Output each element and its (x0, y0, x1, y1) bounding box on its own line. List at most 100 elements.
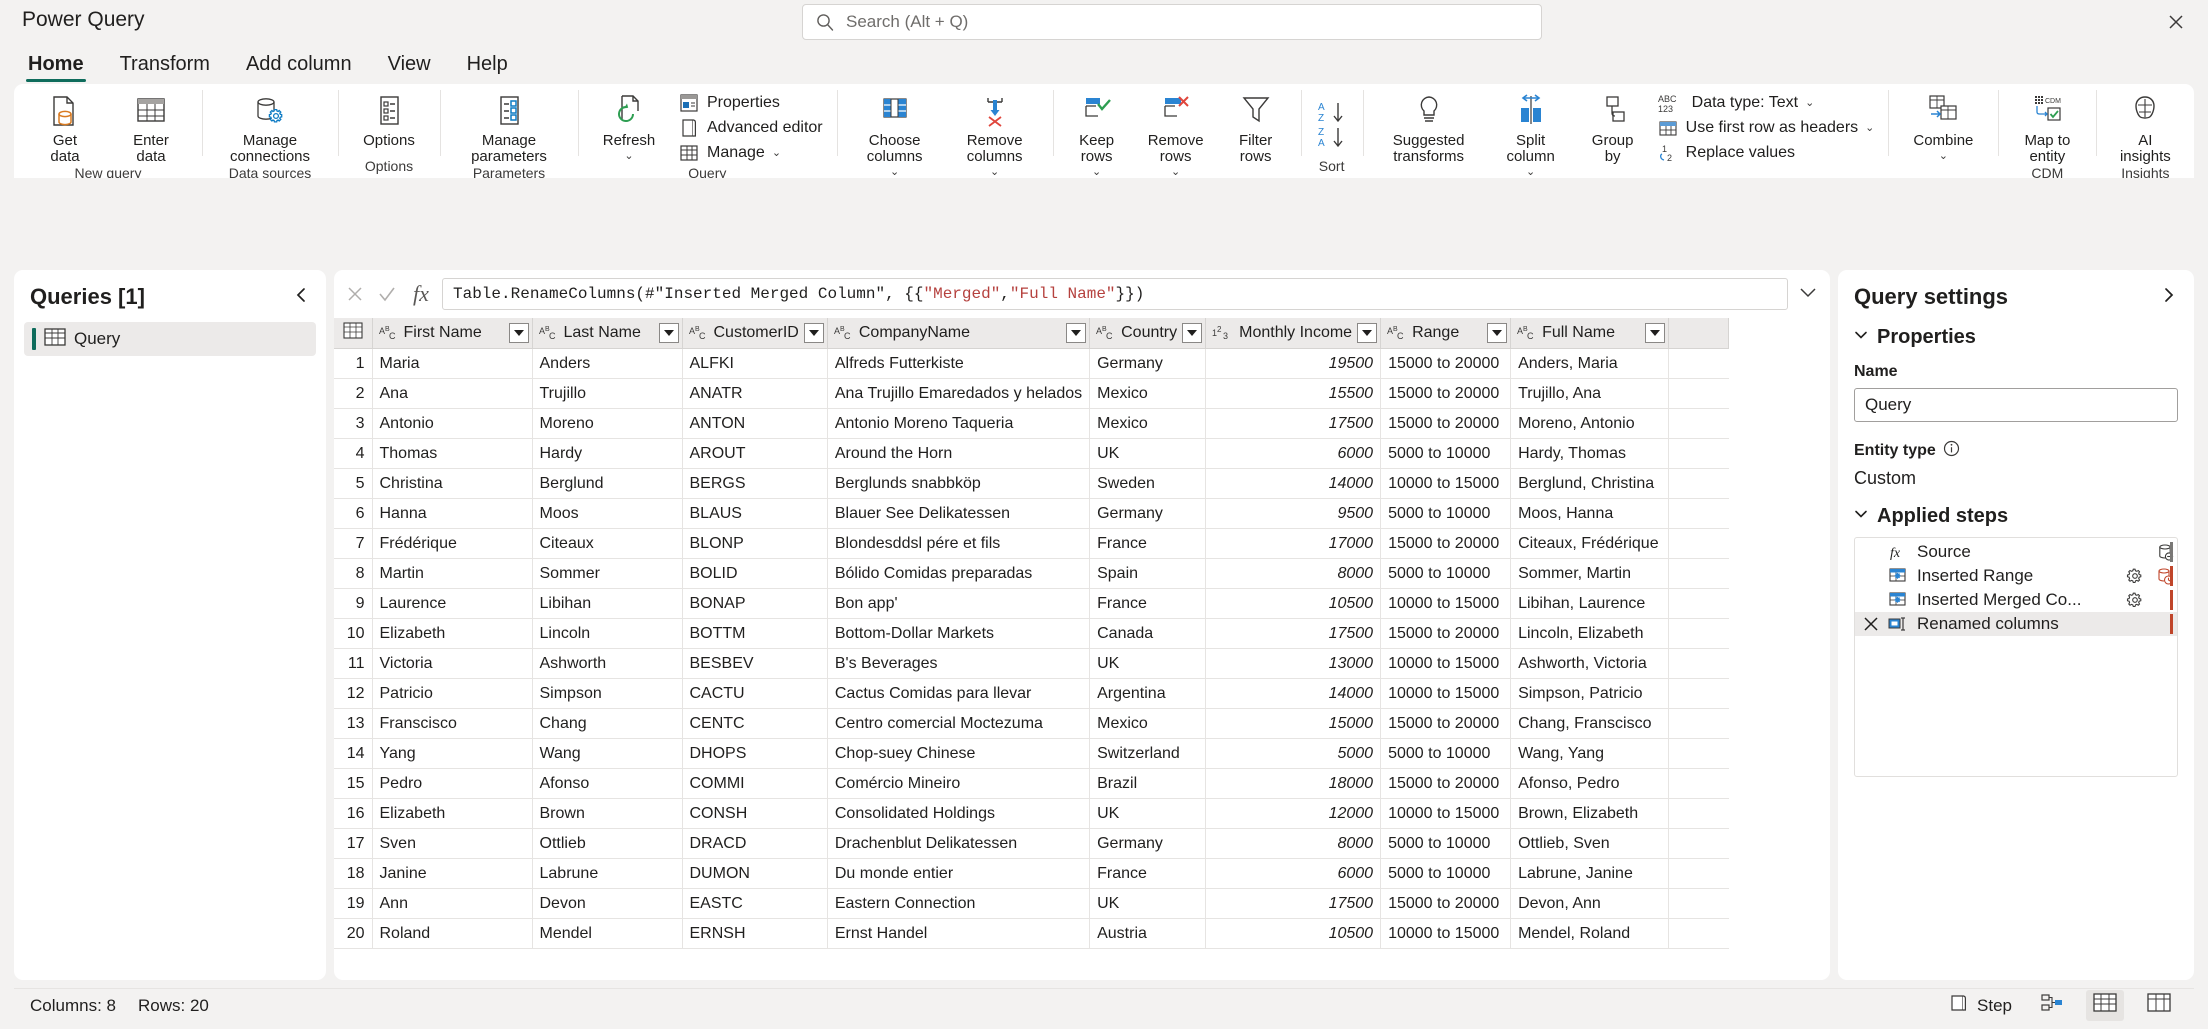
cell-customerid[interactable]: DRACD (682, 829, 827, 859)
cell-first-name[interactable]: Yang (372, 739, 532, 769)
column-filter-dropdown[interactable] (1066, 323, 1086, 343)
cell-customerid[interactable]: AROUT (682, 439, 827, 469)
chevron-down-icon[interactable]: ⌄ (1865, 121, 1874, 134)
suggested-transforms-button[interactable]: Suggested transforms (1371, 88, 1487, 165)
cell-range[interactable]: 15000 to 20000 (1381, 709, 1511, 739)
options-button[interactable]: Options (346, 88, 432, 149)
cell-companyname[interactable]: Around the Horn (827, 439, 1089, 469)
cell-customerid[interactable]: BOLID (682, 559, 827, 589)
cell-first-name[interactable]: Elizabeth (372, 799, 532, 829)
cell-companyname[interactable]: Blauer See Delikatessen (827, 499, 1089, 529)
cell-last-name[interactable]: Citeaux (532, 529, 682, 559)
cell-first-name[interactable]: Elizabeth (372, 619, 532, 649)
table-row[interactable]: 11VictoriaAshworthBESBEVB's BeveragesUK1… (334, 649, 1729, 679)
chevron-down-icon[interactable]: ⌄ (1939, 149, 1948, 162)
cell-companyname[interactable]: Alfreds Futterkiste (827, 349, 1089, 379)
table-row[interactable]: 10ElizabethLincolnBOTTMBottom-Dollar Mar… (334, 619, 1729, 649)
cell-companyname[interactable]: Cactus Comidas para llevar (827, 679, 1089, 709)
cell-monthly-income[interactable]: 5000 (1206, 739, 1381, 769)
table-row[interactable]: 14YangWangDHOPSChop-suey ChineseSwitzerl… (334, 739, 1729, 769)
cell-monthly-income[interactable]: 8000 (1206, 829, 1381, 859)
cell-first-name[interactable]: Ann (372, 889, 532, 919)
column-filter-dropdown[interactable] (1645, 323, 1665, 343)
sort-descending-button[interactable]: ZA (1309, 124, 1355, 149)
cell-range[interactable]: 15000 to 20000 (1381, 769, 1511, 799)
properties-button[interactable]: Properties (672, 90, 829, 115)
cell-full-name[interactable]: Ashworth, Victoria (1511, 649, 1669, 679)
cell-country[interactable]: Brazil (1090, 769, 1206, 799)
cell-last-name[interactable]: Brown (532, 799, 682, 829)
cell-first-name[interactable]: Martin (372, 559, 532, 589)
table-row[interactable]: 1MariaAndersALFKIAlfreds FutterkisteGerm… (334, 349, 1729, 379)
cell-country[interactable]: UK (1090, 799, 1206, 829)
cell-companyname[interactable]: Bottom-Dollar Markets (827, 619, 1089, 649)
cell-customerid[interactable]: DHOPS (682, 739, 827, 769)
cell-first-name[interactable]: Christina (372, 469, 532, 499)
cell-customerid[interactable]: BESBEV (682, 649, 827, 679)
cell-country[interactable]: Canada (1090, 619, 1206, 649)
cell-full-name[interactable]: Mendel, Roland (1511, 919, 1669, 949)
cell-monthly-income[interactable]: 15500 (1206, 379, 1381, 409)
cell-full-name[interactable]: Sommer, Martin (1511, 559, 1669, 589)
cell-full-name[interactable]: Hardy, Thomas (1511, 439, 1669, 469)
column-header-customerid[interactable]: ABC CustomerID (682, 318, 827, 349)
cell-companyname[interactable]: Blondesddsl pére et fils (827, 529, 1089, 559)
column-header-country[interactable]: ABC Country (1090, 318, 1206, 349)
cell-last-name[interactable]: Devon (532, 889, 682, 919)
cell-first-name[interactable]: Roland (372, 919, 532, 949)
data-grid-scroll[interactable]: ABC First Name ABC Last Name (334, 318, 1830, 980)
cell-full-name[interactable]: Simpson, Patricio (1511, 679, 1669, 709)
cell-companyname[interactable]: Comércio Mineiro (827, 769, 1089, 799)
cell-first-name[interactable]: Antonio (372, 409, 532, 439)
cell-last-name[interactable]: Wang (532, 739, 682, 769)
cell-companyname[interactable]: Eastern Connection (827, 889, 1089, 919)
cell-country[interactable]: France (1090, 529, 1206, 559)
cell-full-name[interactable]: Berglund, Christina (1511, 469, 1669, 499)
cell-monthly-income[interactable]: 14000 (1206, 469, 1381, 499)
cell-customerid[interactable]: BERGS (682, 469, 827, 499)
cell-monthly-income[interactable]: 10500 (1206, 919, 1381, 949)
chevron-down-icon[interactable]: ⌄ (990, 165, 999, 178)
chevron-down-icon[interactable]: ⌄ (772, 146, 781, 159)
chevron-left-icon[interactable] (292, 286, 310, 309)
cell-companyname[interactable]: Ana Trujillo Emaredados y helados (827, 379, 1089, 409)
cell-country[interactable]: Germany (1090, 349, 1206, 379)
table-row[interactable]: 9LaurenceLibihanBONAPBon app'France10500… (334, 589, 1729, 619)
cell-monthly-income[interactable]: 9500 (1206, 499, 1381, 529)
column-header-companyname[interactable]: ABC CompanyName (827, 318, 1089, 349)
cell-companyname[interactable]: Du monde entier (827, 859, 1089, 889)
cell-first-name[interactable]: Janine (372, 859, 532, 889)
cell-last-name[interactable]: Ashworth (532, 649, 682, 679)
cell-full-name[interactable]: Trujillo, Ana (1511, 379, 1669, 409)
cell-last-name[interactable]: Mendel (532, 919, 682, 949)
table-row[interactable]: 4ThomasHardyAROUTAround the HornUK600050… (334, 439, 1729, 469)
cell-monthly-income[interactable]: 14000 (1206, 679, 1381, 709)
diagram-view-button[interactable] (2034, 990, 2070, 1021)
cell-country[interactable]: France (1090, 859, 1206, 889)
cell-customerid[interactable]: BOTTM (682, 619, 827, 649)
cell-first-name[interactable]: Pedro (372, 769, 532, 799)
column-header-monthly-income[interactable]: 123 Monthly Income (1206, 318, 1381, 349)
search-input[interactable]: Search (Alt + Q) (802, 4, 1542, 40)
table-row[interactable]: 15PedroAfonsoCOMMIComércio MineiroBrazil… (334, 769, 1729, 799)
column-header-full-name[interactable]: ABC Full Name (1511, 318, 1669, 349)
cell-last-name[interactable]: Chang (532, 709, 682, 739)
cell-companyname[interactable]: Bon app' (827, 589, 1089, 619)
cell-first-name[interactable]: Hanna (372, 499, 532, 529)
cell-range[interactable]: 5000 to 10000 (1381, 559, 1511, 589)
cell-monthly-income[interactable]: 6000 (1206, 859, 1381, 889)
select-all-corner[interactable] (334, 318, 372, 349)
chevron-down-icon[interactable]: ⌄ (1092, 165, 1101, 178)
cell-range[interactable]: 15000 to 20000 (1381, 409, 1511, 439)
cell-first-name[interactable]: Ana (372, 379, 532, 409)
cell-first-name[interactable]: Sven (372, 829, 532, 859)
table-row[interactable]: 8MartinSommerBOLIDBólido Comidas prepara… (334, 559, 1729, 589)
cell-first-name[interactable]: Laurence (372, 589, 532, 619)
remove-columns-button[interactable]: Remove columns ⌄ (945, 88, 1045, 178)
cell-full-name[interactable]: Labrune, Janine (1511, 859, 1669, 889)
chevron-down-icon[interactable]: ⌄ (1526, 165, 1535, 178)
delete-step-icon[interactable] (1861, 615, 1881, 633)
cell-companyname[interactable]: Chop-suey Chinese (827, 739, 1089, 769)
cell-customerid[interactable]: CENTC (682, 709, 827, 739)
schema-view-button[interactable] (2140, 990, 2178, 1021)
